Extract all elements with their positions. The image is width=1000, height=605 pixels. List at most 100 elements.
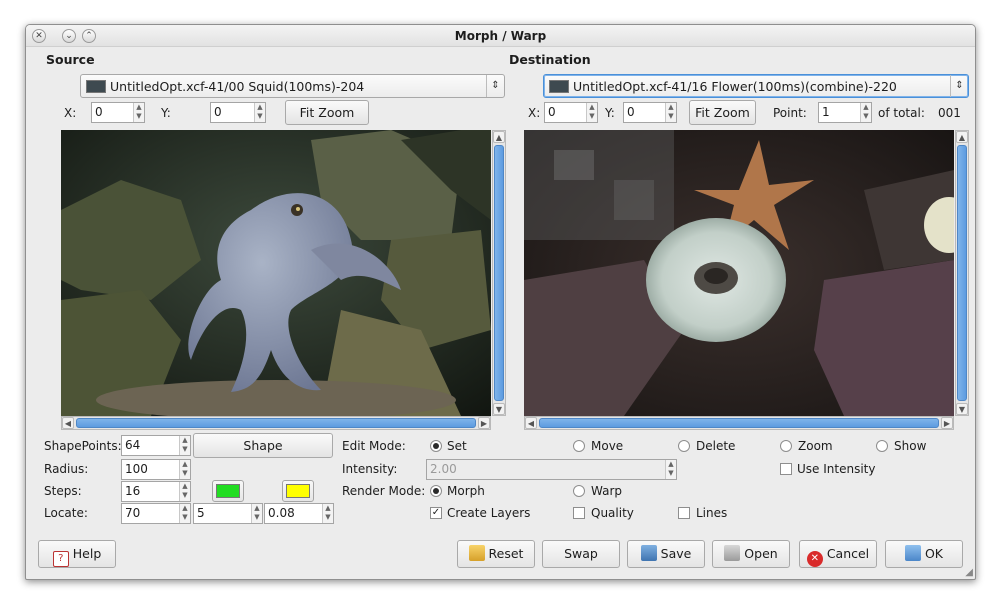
- source-x-spinner[interactable]: 0 ▲ ▼: [91, 102, 145, 123]
- spin-arrows-icon[interactable]: ▲ ▼: [322, 504, 333, 523]
- spin-arrows-icon[interactable]: ▲ ▼: [133, 103, 144, 122]
- scroll-thumb[interactable]: [539, 418, 939, 428]
- shapepoints-value: 64: [125, 438, 141, 452]
- edit-mode-delete-label[interactable]: Delete: [696, 439, 735, 453]
- source-heading: Source: [46, 52, 95, 67]
- spin-arrows-icon[interactable]: ▲ ▼: [251, 504, 262, 523]
- scroll-down-icon[interactable]: ▼: [493, 403, 505, 415]
- spin-arrows-icon[interactable]: ▲ ▼: [254, 103, 265, 122]
- source-layer-text: UntitledOpt.xcf-41/00 Squid(100ms)-204: [110, 79, 365, 94]
- reset-button-label: Reset: [488, 546, 524, 561]
- point-label: Point:: [773, 106, 807, 120]
- render-mode-warp-radio[interactable]: [573, 485, 585, 497]
- cancel-icon: ✕: [806, 551, 823, 567]
- use-intensity-checkbox[interactable]: [780, 463, 792, 475]
- edit-mode-move-radio[interactable]: [573, 440, 585, 452]
- scroll-thumb[interactable]: [494, 145, 504, 401]
- lines-checkbox[interactable]: [678, 507, 690, 519]
- shapepoints-spinner[interactable]: 64 ▲ ▼: [121, 435, 191, 456]
- open-button[interactable]: Open: [712, 540, 790, 568]
- spin-arrows-icon[interactable]: ▲ ▼: [665, 103, 676, 122]
- steps-label: Steps:: [44, 484, 82, 498]
- save-button-label: Save: [660, 546, 692, 561]
- locate-spinner-2[interactable]: 5 ▲ ▼: [193, 503, 263, 524]
- edit-mode-delete-radio[interactable]: [678, 440, 690, 452]
- render-mode-morph-label[interactable]: Morph: [447, 484, 485, 498]
- source-fit-zoom-button[interactable]: Fit Zoom: [285, 100, 369, 125]
- chevron-updown-icon: ⇕: [486, 75, 504, 97]
- swap-button[interactable]: Swap: [542, 540, 620, 568]
- spin-arrows-icon[interactable]: ▲ ▼: [860, 103, 871, 122]
- edit-mode-show-label[interactable]: Show: [894, 439, 926, 453]
- edit-mode-move-label[interactable]: Move: [591, 439, 623, 453]
- ok-return-icon: [904, 545, 921, 561]
- edit-mode-set-label[interactable]: Set: [447, 439, 467, 453]
- destination-image-view[interactable]: [524, 130, 954, 416]
- scroll-thumb[interactable]: [76, 418, 476, 428]
- open-folder-icon: [724, 545, 741, 561]
- scroll-right-icon[interactable]: ▶: [478, 417, 490, 429]
- locate-value-2: 5: [197, 506, 205, 520]
- source-horizontal-scrollbar[interactable]: ◀ ▶: [61, 416, 491, 430]
- ok-button[interactable]: OK: [885, 540, 963, 568]
- scroll-down-icon[interactable]: ▼: [956, 403, 968, 415]
- destination-layer-select[interactable]: UntitledOpt.xcf-41/16 Flower(100ms)(comb…: [543, 74, 969, 98]
- render-mode-morph-radio[interactable]: [430, 485, 442, 497]
- dest-x-spinner[interactable]: 0 ▲ ▼: [544, 102, 598, 123]
- scroll-up-icon[interactable]: ▲: [956, 131, 968, 143]
- dest-vertical-scrollbar[interactable]: ▲ ▼: [955, 130, 969, 416]
- shape-button[interactable]: Shape: [193, 433, 333, 458]
- source-vertical-scrollbar[interactable]: ▲ ▼: [492, 130, 506, 416]
- edit-mode-show-radio[interactable]: [876, 440, 888, 452]
- scroll-right-icon[interactable]: ▶: [941, 417, 953, 429]
- render-mode-warp-label[interactable]: Warp: [591, 484, 622, 498]
- steps-spinner[interactable]: 16 ▲ ▼: [121, 481, 191, 502]
- help-icon: ?: [52, 551, 69, 567]
- source-y-spinner[interactable]: 0 ▲ ▼: [210, 102, 266, 123]
- create-layers-checkbox[interactable]: ✓: [430, 507, 442, 519]
- lines-label[interactable]: Lines: [696, 506, 727, 520]
- source-image-view[interactable]: [61, 130, 491, 416]
- dest-y-spinner[interactable]: 0 ▲ ▼: [623, 102, 677, 123]
- spin-arrows-icon[interactable]: ▲ ▼: [179, 460, 190, 479]
- source-point-color-button[interactable]: [212, 480, 244, 502]
- dest-point-color-button[interactable]: [282, 480, 314, 502]
- use-intensity-label[interactable]: Use Intensity: [797, 462, 875, 476]
- help-button-label: Help: [72, 546, 102, 561]
- help-button[interactable]: ? Help: [38, 540, 116, 568]
- spin-arrows-icon[interactable]: ▲ ▼: [179, 504, 190, 523]
- edit-mode-set-radio[interactable]: [430, 440, 442, 452]
- save-button[interactable]: Save: [627, 540, 705, 568]
- reset-button[interactable]: Reset: [457, 540, 535, 568]
- source-layer-select[interactable]: UntitledOpt.xcf-41/00 Squid(100ms)-204 ⇕: [80, 74, 505, 98]
- spin-arrows-icon[interactable]: ▲ ▼: [179, 436, 190, 455]
- dest-x-value: 0: [548, 105, 556, 119]
- edit-mode-zoom-label[interactable]: Zoom: [798, 439, 833, 453]
- point-spinner[interactable]: 1 ▲ ▼: [818, 102, 872, 123]
- scroll-up-icon[interactable]: ▲: [493, 131, 505, 143]
- resize-grip-icon[interactable]: ◢: [965, 567, 973, 578]
- spin-arrows-icon[interactable]: ▲ ▼: [179, 482, 190, 501]
- scroll-left-icon[interactable]: ◀: [62, 417, 74, 429]
- create-layers-label[interactable]: Create Layers: [447, 506, 530, 520]
- chevron-updown-icon: ⇕: [950, 75, 968, 97]
- quality-label[interactable]: Quality: [591, 506, 634, 520]
- cancel-button[interactable]: ✕ Cancel: [799, 540, 877, 568]
- radius-spinner[interactable]: 100 ▲ ▼: [121, 459, 191, 480]
- layer-thumbnail-icon: [549, 80, 569, 93]
- render-mode-label: Render Mode:: [342, 484, 426, 498]
- green-color-swatch: [216, 484, 240, 498]
- scroll-left-icon[interactable]: ◀: [525, 417, 537, 429]
- ok-button-label: OK: [924, 546, 944, 561]
- locate-spinner-1[interactable]: 70 ▲ ▼: [121, 503, 191, 524]
- total-value: 001: [938, 106, 961, 120]
- locate-spinner-3[interactable]: 0.08 ▲ ▼: [264, 503, 334, 524]
- edit-mode-zoom-radio[interactable]: [780, 440, 792, 452]
- spin-arrows-icon[interactable]: ▲ ▼: [586, 103, 597, 122]
- dest-horizontal-scrollbar[interactable]: ◀ ▶: [524, 416, 954, 430]
- dest-fit-zoom-button[interactable]: Fit Zoom: [689, 100, 756, 125]
- scroll-thumb[interactable]: [957, 145, 967, 401]
- point-value: 1: [822, 105, 830, 119]
- destination-layer-text: UntitledOpt.xcf-41/16 Flower(100ms)(comb…: [573, 79, 897, 94]
- quality-checkbox[interactable]: [573, 507, 585, 519]
